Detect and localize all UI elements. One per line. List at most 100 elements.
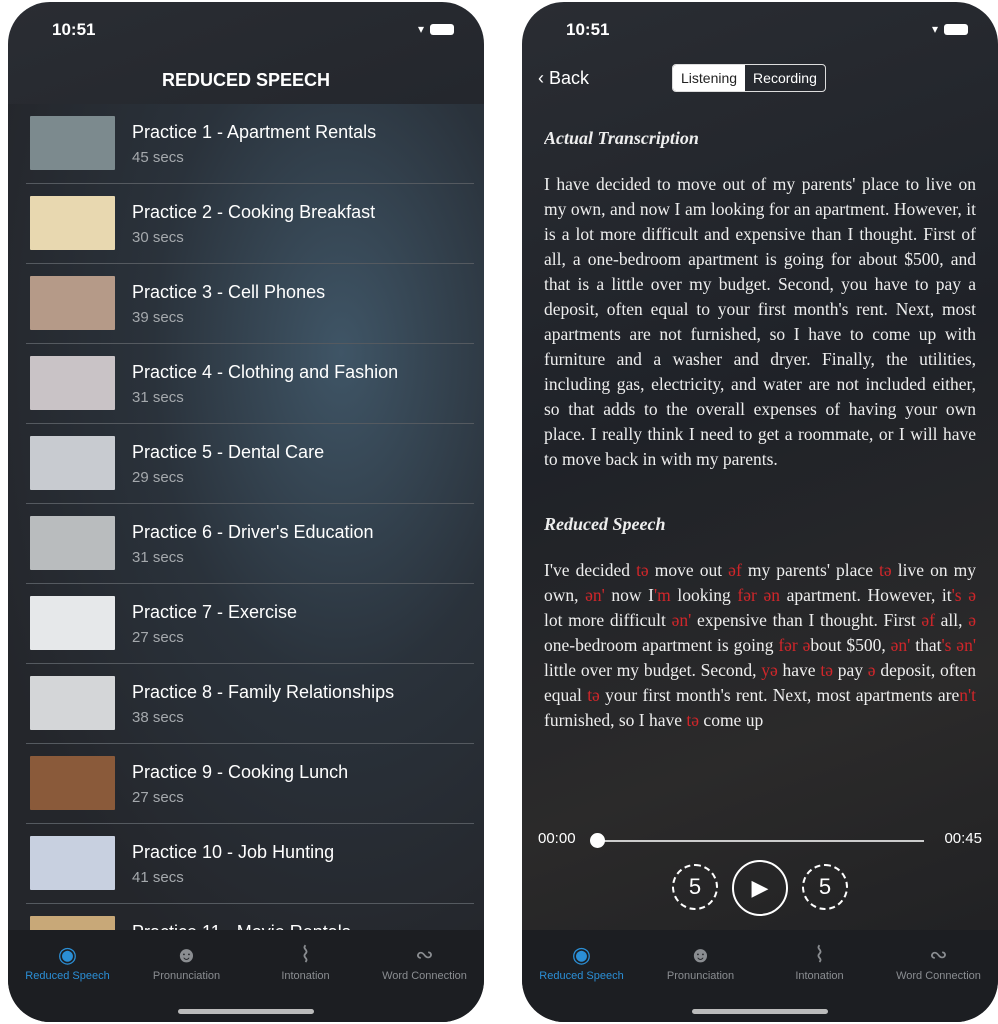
battery-icon: [944, 23, 968, 35]
reduced-form: ən': [890, 635, 911, 655]
practice-thumbnail: [30, 116, 115, 170]
play-icon: ▶: [751, 875, 769, 900]
skip-forward-label: 5: [818, 874, 832, 899]
wifi-icon: ▾: [931, 22, 938, 36]
practice-thumbnail: [30, 516, 115, 570]
segment-recording[interactable]: Recording: [745, 65, 825, 91]
reduced-form: ən': [585, 585, 605, 605]
practice-duration: 41 secs: [132, 869, 184, 886]
page-title: REDUCED SPEECH: [161, 70, 331, 90]
list-item[interactable]: Practice 3 - Cell Phones 39 secs: [26, 264, 474, 344]
back-button[interactable]: ‹ Back: [538, 68, 589, 89]
reduced-speech-list-screen: 10:51 ▾ REDUCED SPEECH Practice 1 - Apar…: [8, 2, 484, 1022]
time-elapsed: 00:00: [538, 830, 576, 847]
practice-duration: 39 secs: [132, 309, 184, 326]
practice-duration: 31 secs: [132, 389, 184, 406]
skip-back-label: 5: [688, 874, 702, 899]
audio-player: 00:00 00:45: [538, 830, 982, 848]
practice-title: Practice 7 - Exercise: [132, 602, 298, 622]
reduced-form: yə: [761, 660, 778, 680]
reduced-form: fər ən: [737, 585, 780, 605]
mode-segmented-control: Listening Recording: [672, 64, 826, 92]
waveform-icon: ⌇: [814, 942, 825, 967]
tab-word-connection[interactable]: ∾ Word Connection: [879, 930, 998, 1022]
play-button[interactable]: ▶: [732, 860, 788, 916]
waveform-icon: ⌇: [300, 942, 311, 967]
word-connection-icon: ∾: [415, 942, 434, 967]
reduced-form: əf: [728, 560, 742, 580]
list-item[interactable]: Practice 9 - Cooking Lunch 27 secs: [26, 744, 474, 824]
status-time: 10:51: [52, 20, 96, 39]
practice-title: Practice 3 - Cell Phones: [132, 282, 326, 302]
practice-duration: 30 secs: [132, 229, 184, 246]
status-time: 10:51: [566, 20, 610, 39]
list-item[interactable]: Practice 5 - Dental Care 29 secs: [26, 424, 474, 504]
practice-list[interactable]: Practice 1 - Apartment Rentals 45 secs Pra…: [8, 104, 484, 934]
text-segment: my parents' place: [741, 560, 880, 580]
text-segment: have: [777, 660, 821, 680]
reduced-form: n't: [959, 685, 976, 705]
text-segment: now I: [604, 585, 654, 605]
skip-forward-button[interactable]: 5: [802, 864, 848, 910]
practice-duration: 27 secs: [132, 789, 184, 806]
practice-title: Practice 8 - Family Relationships: [132, 682, 395, 702]
tab-reduced-speech[interactable]: ◉ Reduced Speech: [522, 930, 641, 1022]
segment-listening[interactable]: Listening: [673, 65, 746, 91]
practice-thumbnail: [30, 436, 115, 490]
tab-label: Intonation: [795, 970, 844, 982]
list-item[interactable]: Practice 7 - Exercise 27 secs: [26, 584, 474, 664]
text-segment: come up: [699, 710, 764, 730]
text-segment: little over my budget. Second,: [544, 660, 762, 680]
list-item[interactable]: Practice 4 - Clothing and Fashion 31 secs: [26, 344, 474, 424]
reduced-speech-heading: Reduced Speech: [544, 514, 666, 534]
text-segment: move out: [648, 560, 729, 580]
reduced-form: tə: [820, 660, 833, 680]
list-item[interactable]: Practice 6 - Driver's Education 31 secs: [26, 504, 474, 584]
slider-thumb[interactable]: [590, 833, 605, 848]
text-segment: that: [910, 635, 942, 655]
practice-title: Practice 1 - Apartment Rentals: [132, 122, 377, 142]
tab-label: Reduced Speech: [539, 970, 624, 982]
status-icons: ▾: [418, 22, 454, 36]
practice-thumbnail: [30, 756, 115, 810]
reduced-form: 's ə: [951, 585, 976, 605]
reduced-form: tə: [587, 685, 600, 705]
reduced-form: 's ən': [941, 635, 976, 655]
tab-word-connection[interactable]: ∾ Word Connection: [365, 930, 484, 1022]
actual-transcription-text: I have decided to move out of my parents…: [544, 174, 976, 469]
tab-label: Word Connection: [382, 970, 467, 982]
head-speaking-icon: ☻: [688, 942, 713, 967]
list-item[interactable]: Practice 2 - Cooking Breakfast 30 secs: [26, 184, 474, 264]
tab-reduced-speech[interactable]: ◉ Reduced Speech: [8, 930, 127, 1022]
text-segment: I've decided: [544, 560, 637, 580]
list-item[interactable]: Practice 8 - Family Relationships 38 secs: [26, 664, 474, 744]
tab-label: Reduced Speech: [25, 970, 110, 982]
practice-thumbnail: [30, 356, 115, 410]
progress-slider[interactable]: [596, 840, 924, 842]
list-item[interactable]: Practice 1 - Apartment Rentals 45 secs: [26, 104, 474, 184]
text-segment: lot more difficult: [544, 610, 672, 630]
text-segment: expensive than I thought. First: [691, 610, 922, 630]
practice-thumbnail: [30, 596, 115, 650]
tab-label: Word Connection: [896, 970, 981, 982]
reduced-form: ə: [867, 660, 876, 680]
reduced-form: 'm: [653, 585, 671, 605]
text-segment: pay: [832, 660, 868, 680]
list-item[interactable]: Practice 10 - Job Hunting 41 secs: [26, 824, 474, 904]
skip-back-button[interactable]: 5: [672, 864, 718, 910]
practice-thumbnail: [30, 836, 115, 890]
practice-thumbnail: [30, 276, 115, 330]
text-segment: looking: [670, 585, 738, 605]
practice-title: Practice 4 - Clothing and Fashion: [132, 362, 399, 382]
reduced-speech-icon: ◉: [571, 942, 592, 967]
practice-title: Practice 5 - Dental Care: [132, 442, 325, 462]
practice-title: Practice 10 - Job Hunting: [132, 842, 335, 862]
time-total: 00:45: [944, 830, 982, 847]
reduced-form: fər ə: [778, 635, 811, 655]
transcript-scroll[interactable]: Actual Transcription I have decided to m…: [544, 122, 976, 822]
practice-duration: 45 secs: [132, 149, 184, 166]
tab-label: Intonation: [281, 970, 330, 982]
tab-label: Pronunciation: [666, 970, 735, 982]
chevron-left-icon: ‹: [538, 68, 549, 88]
reduced-form: tə: [686, 710, 700, 730]
